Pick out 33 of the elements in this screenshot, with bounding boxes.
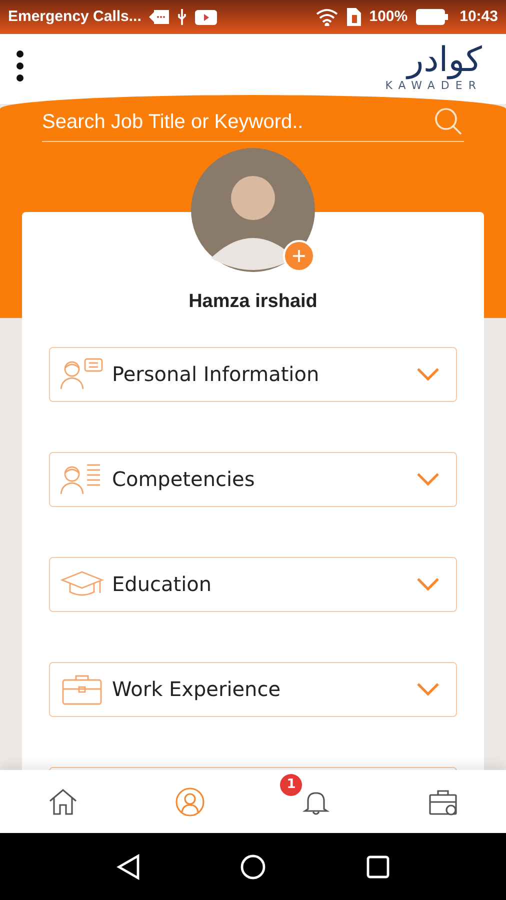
section-title: Work Experience <box>112 676 282 703</box>
home-button-icon[interactable] <box>240 854 266 880</box>
battery-percent: 100% <box>369 6 408 27</box>
notification-badge: 1 <box>280 774 302 796</box>
clock-time: 10:43 <box>460 6 498 27</box>
profile-name: Hamza irshaid <box>188 290 318 314</box>
menu-icon[interactable] <box>16 50 24 82</box>
chevron-down-icon <box>416 682 440 696</box>
usb-icon <box>177 9 188 25</box>
chevron-down-icon <box>416 577 440 591</box>
accordion-row[interactable]: Work Experience <box>49 662 457 716</box>
logo-text: KAWADER <box>385 79 482 94</box>
section-title: Personal Information <box>112 361 320 388</box>
sim-icon <box>347 8 362 26</box>
search-field[interactable]: Search Job Title or Keyword.. <box>42 107 434 137</box>
logo-arabic: كوادر <box>407 39 482 81</box>
recents-icon[interactable] <box>366 854 390 878</box>
wifi-icon <box>315 8 340 26</box>
section-title: Education <box>112 571 213 598</box>
back-icon[interactable] <box>116 854 140 880</box>
chevron-down-icon <box>416 367 440 381</box>
chevron-down-icon <box>416 472 440 486</box>
plus-icon <box>292 249 306 263</box>
briefcase-clock-icon[interactable] <box>428 788 458 816</box>
battery-icon <box>416 9 448 25</box>
video-icon <box>195 10 218 24</box>
carrier-text: Emergency Calls... <box>8 6 142 27</box>
chat-icon <box>149 10 170 24</box>
accordion-row[interactable]: Personal Information <box>49 346 457 402</box>
accordion-row[interactable]: Education <box>49 556 457 612</box>
section-title: Competencies <box>112 466 256 493</box>
home-icon[interactable] <box>48 788 78 816</box>
accordion-row[interactable]: Competencies <box>49 452 457 506</box>
